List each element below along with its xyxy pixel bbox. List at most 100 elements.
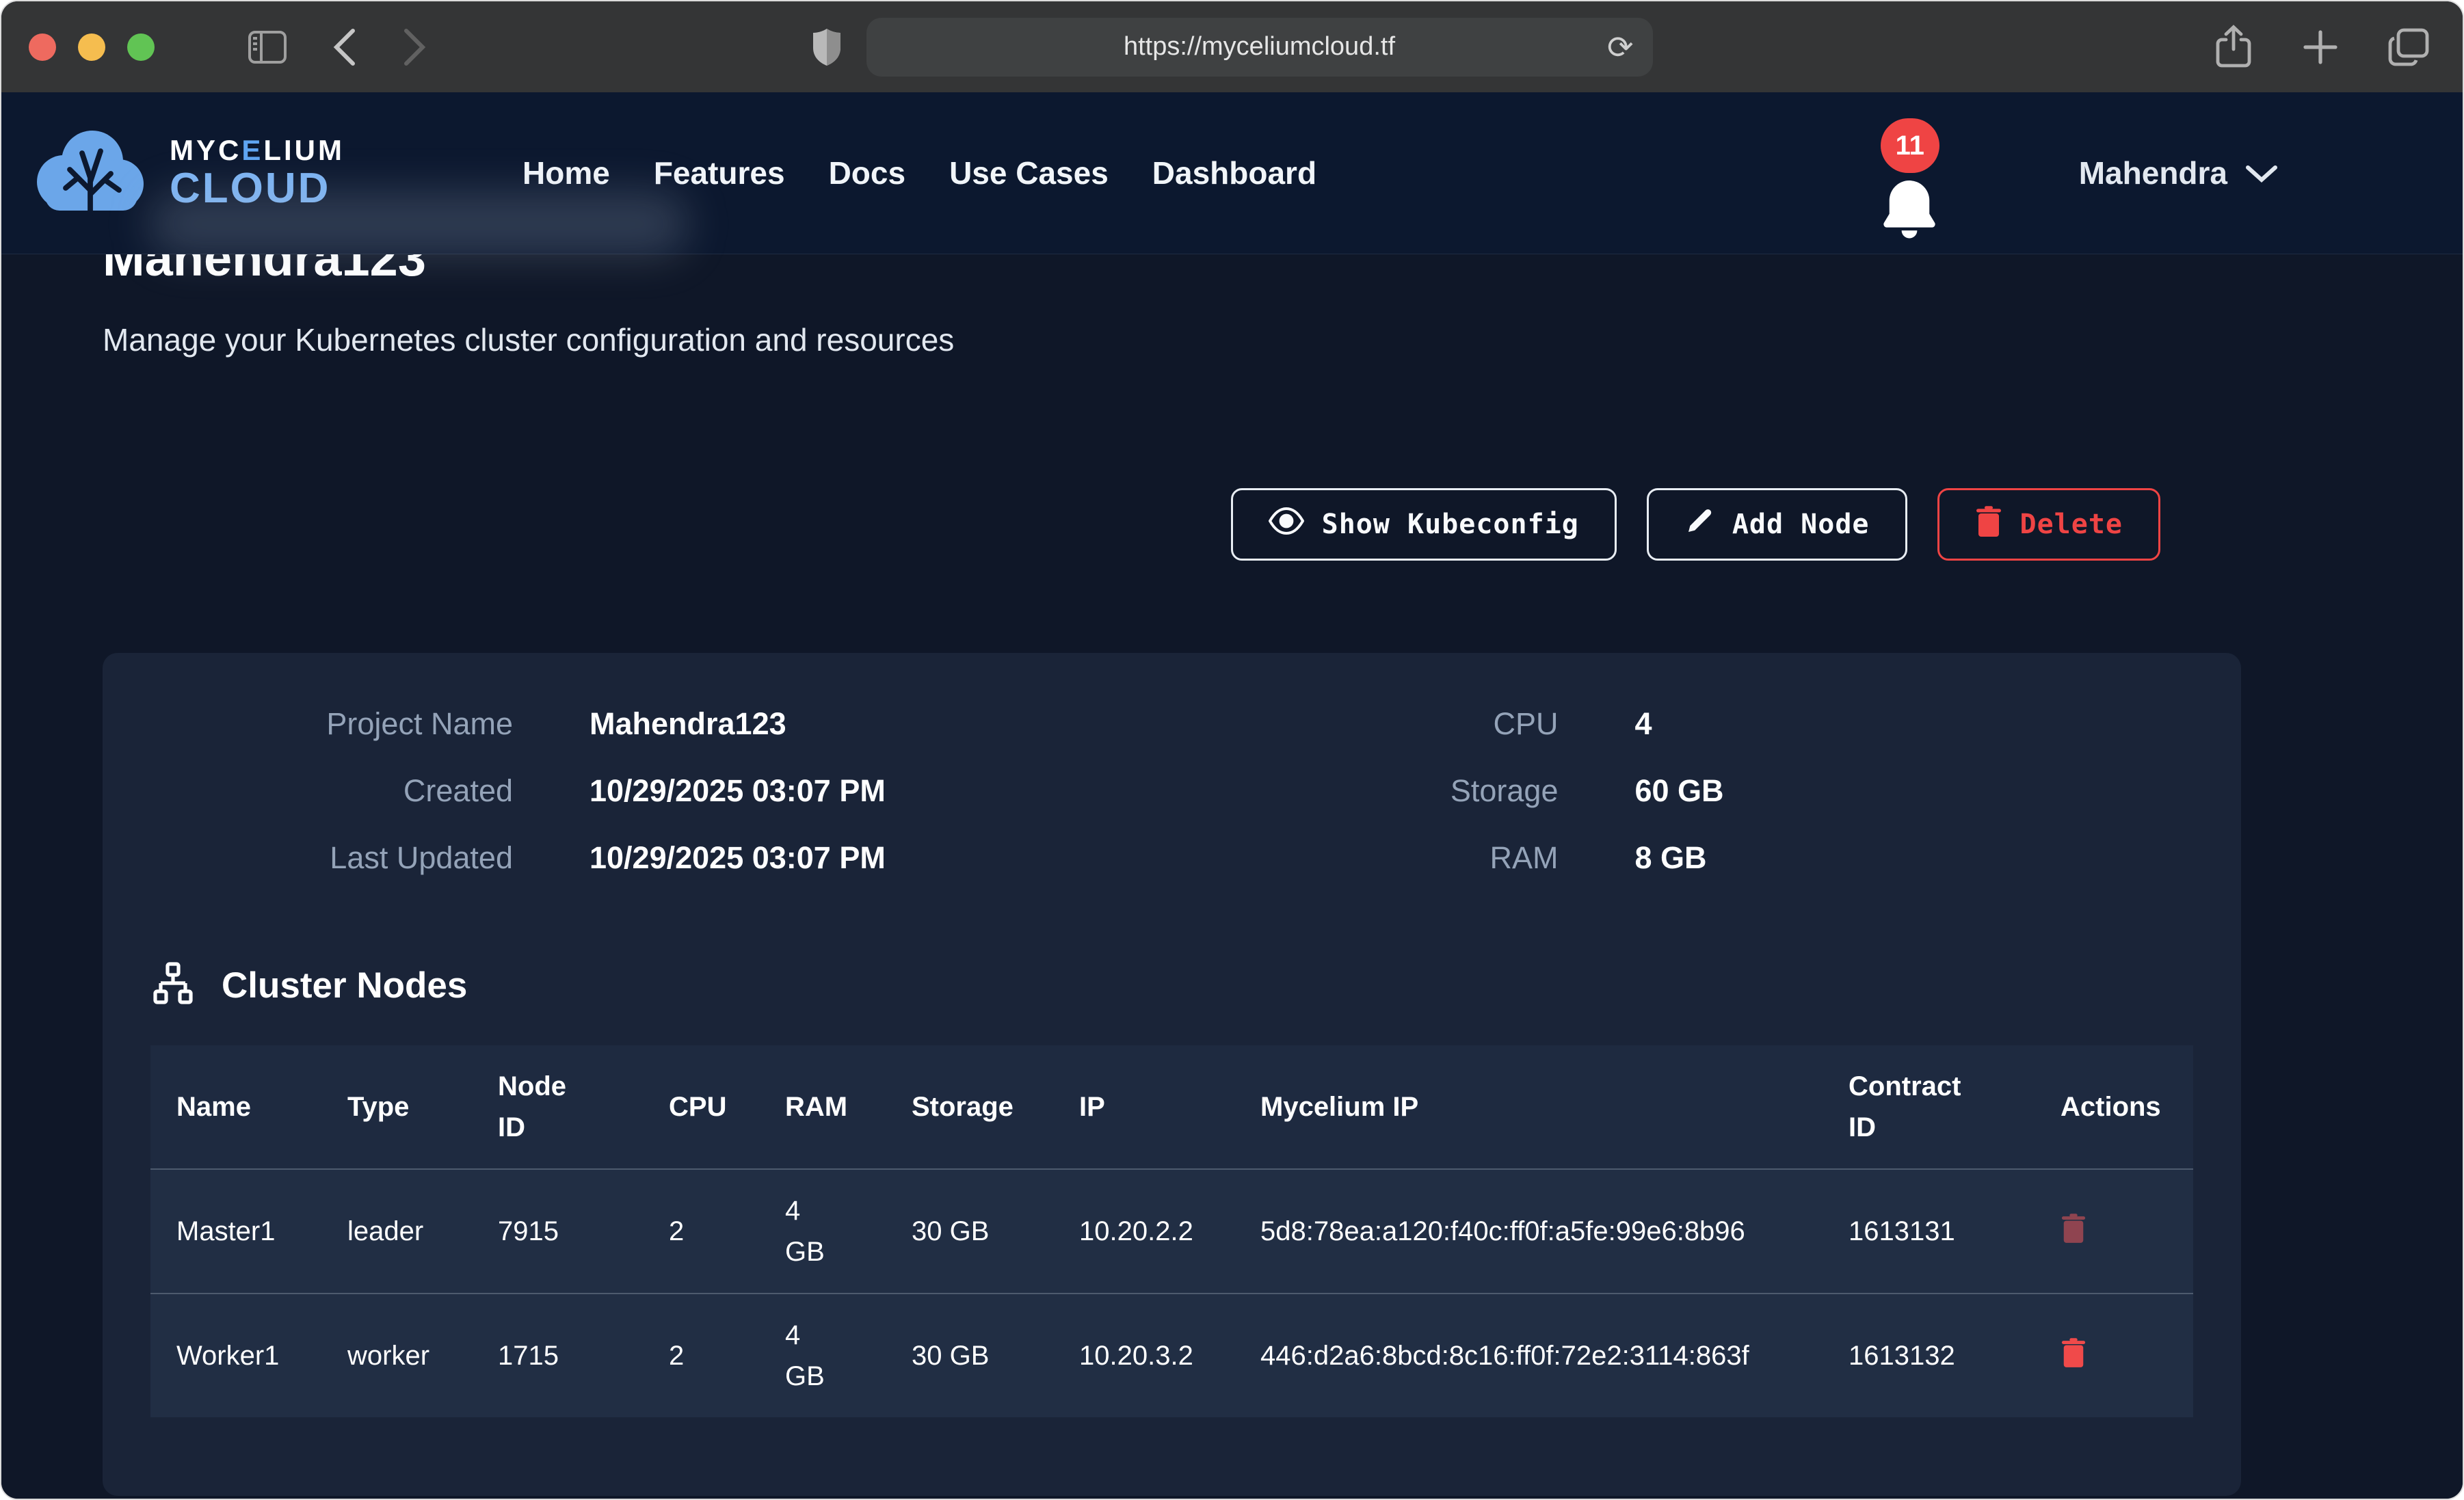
overview-row-ram: RAM 8 GB [1148, 840, 2194, 876]
cluster-nodes-title: Cluster Nodes [222, 965, 467, 1006]
delete-cluster-button[interactable]: Delete [1937, 488, 2161, 561]
node-ram-cell: 4 GB [759, 1169, 886, 1294]
user-menu[interactable]: Mahendra [2079, 155, 2278, 191]
col-contract-id: Contract ID [1823, 1045, 2035, 1169]
show-kubeconfig-label: Show Kubeconfig [1322, 509, 1579, 540]
address-bar[interactable]: https://myceliumcloud.tf ⟳ [866, 18, 1653, 77]
table-header-row: Name Type Node ID CPU RAM Storage IP Myc… [150, 1045, 2193, 1169]
storage-value: 60 GB [1635, 773, 2194, 809]
last-updated-label: Last Updated [103, 840, 513, 876]
browser-toolbar: https://myceliumcloud.tf ⟳ [1, 1, 2463, 92]
sidebar-toggle-icon[interactable] [248, 30, 287, 64]
col-ram: RAM [759, 1045, 886, 1169]
node-ram-cell: 4 GB [759, 1294, 886, 1417]
trash-icon [2061, 1359, 2087, 1369]
address-bar-url: https://myceliumcloud.tf [1124, 32, 1395, 62]
col-ip: IP [1053, 1045, 1234, 1169]
cluster-details-card: Project Name Mahendra123 Created 10/29/2… [103, 653, 2241, 1496]
node-contract-id-cell: 1613132 [1823, 1294, 2035, 1417]
show-kubeconfig-button[interactable]: Show Kubeconfig [1231, 488, 1617, 561]
node-actions-cell [2035, 1294, 2193, 1417]
reload-icon[interactable]: ⟳ [1607, 29, 1634, 66]
node-mycelium-ip-cell: 446:d2a6:8bcd:8c16:ff0f:72e2:3114:863f [1234, 1294, 1823, 1417]
overview-row-project-name: Project Name Mahendra123 [103, 706, 1148, 742]
node-storage-cell: 30 GB [886, 1294, 1053, 1417]
storage-label: Storage [1148, 773, 1559, 809]
col-node-id: Node ID [472, 1045, 643, 1169]
close-window-button[interactable] [29, 34, 56, 61]
node-id-cell: 1715 [472, 1294, 643, 1417]
cpu-label: CPU [1148, 706, 1559, 742]
cluster-nodes-icon [150, 961, 196, 1010]
notifications-button[interactable]: 11 [1874, 118, 1949, 228]
node-ip-cell: 10.20.2.2 [1053, 1169, 1234, 1294]
blurred-scrolled-title [148, 191, 689, 256]
eye-icon [1269, 507, 1304, 541]
project-name-label: Project Name [103, 706, 513, 742]
node-type-cell: worker [321, 1294, 472, 1417]
col-mycelium-ip: Mycelium IP [1234, 1045, 1823, 1169]
browser-window: https://myceliumcloud.tf ⟳ [0, 0, 2464, 1500]
nav-link-home[interactable]: Home [522, 155, 610, 191]
nav-links: Home Features Docs Use Cases Dashboard [522, 155, 1316, 191]
col-name: Name [150, 1045, 321, 1169]
cluster-actions: Show Kubeconfig Add Node Delete [103, 488, 2241, 561]
col-storage: Storage [886, 1045, 1053, 1169]
table-row: Worker1 worker 1715 2 4 GB 30 GB 10.20.3… [150, 1294, 2193, 1417]
node-contract-id-cell: 1613131 [1823, 1169, 2035, 1294]
add-node-label: Add Node [1732, 509, 1870, 540]
nav-link-features[interactable]: Features [654, 155, 785, 191]
last-updated-value: 10/29/2025 03:07 PM [589, 840, 1148, 876]
minimize-window-button[interactable] [78, 34, 105, 61]
created-label: Created [103, 773, 513, 809]
privacy-shield-icon[interactable] [812, 27, 842, 67]
cluster-nodes-table: Name Type Node ID CPU RAM Storage IP Myc… [150, 1045, 2193, 1417]
back-icon[interactable] [332, 28, 357, 66]
delete-label: Delete [2020, 509, 2123, 540]
new-tab-icon[interactable] [2301, 28, 2340, 66]
node-name-cell: Master1 [150, 1169, 321, 1294]
col-cpu: CPU [643, 1045, 759, 1169]
nav-link-docs[interactable]: Docs [829, 155, 905, 191]
node-mycelium-ip-cell: 5d8:78ea:a120:f40c:ff0f:a5fe:99e6:8b96 [1234, 1169, 1823, 1294]
share-icon[interactable] [2214, 25, 2253, 70]
nav-link-dashboard[interactable]: Dashboard [1152, 155, 1316, 191]
window-controls [29, 34, 155, 61]
overview-row-cpu: CPU 4 [1148, 706, 2194, 742]
user-name: Mahendra [2079, 155, 2227, 191]
trash-icon [1975, 505, 2002, 544]
nav-link-use-cases[interactable]: Use Cases [949, 155, 1109, 191]
col-actions: Actions [2035, 1045, 2193, 1169]
col-type: Type [321, 1045, 472, 1169]
created-value: 10/29/2025 03:07 PM [589, 773, 1148, 809]
node-actions-cell [2035, 1169, 2193, 1294]
delete-node-button[interactable] [2061, 1213, 2087, 1245]
node-type-cell: leader [321, 1169, 472, 1294]
zoom-window-button[interactable] [127, 34, 155, 61]
cluster-overview: Project Name Mahendra123 Created 10/29/2… [103, 706, 2193, 876]
project-name-value: Mahendra123 [589, 706, 1148, 742]
delete-node-button[interactable] [2061, 1337, 2087, 1369]
node-name-cell: Worker1 [150, 1294, 321, 1417]
pencil-icon [1684, 506, 1714, 543]
ram-value: 8 GB [1635, 840, 2194, 876]
tab-overview-icon[interactable] [2387, 27, 2430, 67]
node-storage-cell: 30 GB [886, 1169, 1053, 1294]
forward-icon[interactable] [402, 28, 427, 66]
page-background: Mahendra123 Manage your Kubernetes clust… [1, 92, 2463, 1500]
node-cpu-cell: 2 [643, 1169, 759, 1294]
table-row: Master1 leader 7915 2 4 GB 30 GB 10.20.2… [150, 1169, 2193, 1294]
notification-badge: 11 [1881, 118, 1939, 173]
bell-icon [1874, 172, 1945, 246]
overview-row-created: Created 10/29/2025 03:07 PM [103, 773, 1148, 809]
node-id-cell: 7915 [472, 1169, 643, 1294]
mycelium-cloud-logo-icon [29, 120, 152, 226]
node-ip-cell: 10.20.3.2 [1053, 1294, 1234, 1417]
chevron-down-icon [2245, 155, 2278, 191]
trash-icon [2061, 1235, 2087, 1245]
node-cpu-cell: 2 [643, 1294, 759, 1417]
add-node-button[interactable]: Add Node [1647, 488, 1907, 561]
site-navbar: MYCELIUM CLOUD Home Features Docs Use Ca… [1, 92, 2463, 254]
overview-row-storage: Storage 60 GB [1148, 773, 2194, 809]
ram-label: RAM [1148, 840, 1559, 876]
